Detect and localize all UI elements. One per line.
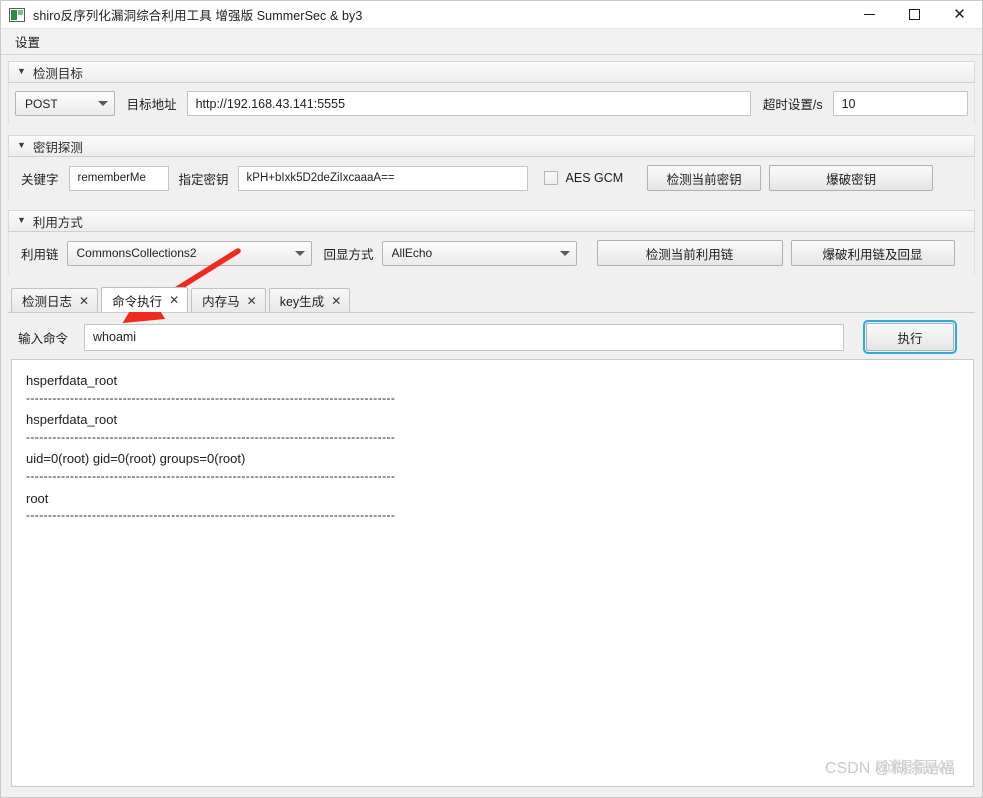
collapse-triangle-icon: ▼ (17, 139, 26, 150)
watermark-overlay-text: 糊涂是福www (875, 758, 953, 777)
section-title-target: 检测目标 (32, 66, 83, 81)
close-button[interactable]: ✕ (937, 1, 982, 29)
gadget-chain-value: CommonsCollections2 (76, 246, 197, 260)
collapse-triangle-icon: ▼ (17, 214, 26, 225)
close-icon: ✕ (953, 5, 966, 23)
section-body-target: POST 目标地址 http://192.168.43.141:5555 超时设… (8, 83, 975, 125)
detect-current-chain-button[interactable]: 检测当前利用链 (596, 240, 783, 266)
aes-gcm-checkbox[interactable] (543, 171, 558, 185)
command-output-text: hsperfdata_root ------------------------… (12, 360, 973, 537)
tab-label: 内存马 (202, 295, 240, 309)
close-icon[interactable]: ✕ (247, 295, 257, 307)
output-line: root (26, 490, 49, 506)
command-output-panel[interactable]: hsperfdata_root ------------------------… (11, 359, 974, 787)
tab-label: key生成 (279, 295, 325, 309)
section-header-exploit[interactable]: ▼ 利用方式 (8, 210, 975, 232)
menu-item-settings[interactable]: 设置 (3, 28, 52, 55)
detect-current-key-button[interactable]: 检测当前密钥 (647, 165, 762, 191)
output-line: hsperfdata_root (26, 412, 118, 428)
tab-command-execution[interactable]: 命令执行 ✕ (101, 287, 189, 312)
section-body-exploit: 利用链 CommonsCollections2 回显方式 AllEcho 检测当… (8, 232, 975, 275)
title-bar: shiro反序列化漏洞综合利用工具 增强版 SummerSec & by3 ✕ (1, 1, 982, 29)
section-header-target[interactable]: ▼ 检测目标 (8, 61, 975, 83)
minimize-button[interactable] (847, 1, 892, 29)
main-content: ▼ 检测目标 POST 目标地址 http://192.168.43.141:5… (1, 55, 982, 797)
output-separator: ----------------------------------------… (26, 429, 396, 444)
close-icon[interactable]: ✕ (169, 294, 179, 306)
section-header-key[interactable]: ▼ 密钥探测 (8, 135, 975, 157)
window-title: shiro反序列化漏洞综合利用工具 增强版 SummerSec & by3 (33, 9, 363, 23)
tab-memory-shell[interactable]: 内存马 ✕ (191, 288, 266, 312)
gadget-chain-label: 利用链 (21, 247, 59, 262)
tab-key-generation[interactable]: key生成 ✕ (268, 288, 351, 312)
command-label: 输入命令 (18, 331, 69, 346)
http-method-value: POST (25, 96, 58, 111)
echo-mode-label: 回显方式 (323, 247, 374, 262)
section-body-key: 关键字 rememberMe 指定密钥 kPH+bIxk5D2deZiIxcaa… (8, 157, 975, 200)
target-url-input[interactable]: http://192.168.43.141:5555 (186, 91, 751, 116)
http-method-select[interactable]: POST (15, 91, 115, 116)
section-title-exploit: 利用方式 (32, 215, 83, 230)
echo-mode-value: AllEcho (391, 246, 433, 260)
maximize-button[interactable] (892, 1, 937, 29)
tab-bar: 检测日志 ✕ 命令执行 ✕ 内存马 ✕ key生成 ✕ (8, 287, 975, 313)
secret-key-label: 指定密钥 (178, 172, 229, 187)
menu-bar: 设置 (1, 29, 982, 55)
brute-force-key-button[interactable]: 爆破密钥 (769, 165, 934, 191)
application-window: shiro反序列化漏洞综合利用工具 增强版 SummerSec & by3 ✕ … (0, 0, 983, 798)
window-controls: ✕ (847, 1, 982, 29)
output-line: uid=0(root) gid=0(root) groups=0(root) (26, 451, 246, 467)
close-icon[interactable]: ✕ (331, 295, 341, 307)
brute-force-chain-button[interactable]: 爆破利用链及回显 (790, 240, 955, 266)
command-bar: 输入命令 whoami 执行 (8, 313, 975, 359)
output-separator: ----------------------------------------… (26, 390, 396, 405)
output-separator: ----------------------------------------… (26, 469, 396, 484)
secret-key-input[interactable]: kPH+bIxk5D2deZiIxcaaaA== (237, 165, 528, 191)
aes-gcm-label: AES GCM (565, 171, 624, 185)
chevron-down-icon (294, 250, 305, 256)
watermark: CSDN @糊涂是福 糊涂是福www (825, 754, 955, 778)
collapse-triangle-icon: ▼ (17, 65, 26, 76)
tab-label: 检测日志 (22, 295, 73, 309)
tab-detection-log[interactable]: 检测日志 ✕ (11, 288, 99, 312)
chevron-down-icon (559, 250, 570, 256)
timeout-label: 超时设置/s (762, 98, 823, 112)
chevron-down-icon (97, 101, 108, 106)
section-title-key: 密钥探测 (32, 140, 83, 155)
execute-button[interactable]: 执行 (863, 320, 958, 354)
output-line: hsperfdata_root (26, 373, 118, 388)
keyword-input[interactable]: rememberMe (68, 165, 169, 191)
target-url-label: 目标地址 (126, 98, 177, 112)
echo-mode-select[interactable]: AllEcho (381, 240, 577, 266)
timeout-input[interactable]: 10 (832, 91, 968, 116)
tab-label: 命令执行 (112, 294, 163, 309)
gadget-chain-select[interactable]: CommonsCollections2 (66, 240, 312, 266)
command-input[interactable]: whoami (84, 323, 845, 351)
keyword-label: 关键字 (21, 172, 59, 187)
app-logo-icon (9, 7, 25, 22)
close-icon[interactable]: ✕ (79, 295, 89, 307)
output-separator: ----------------------------------------… (26, 508, 396, 523)
